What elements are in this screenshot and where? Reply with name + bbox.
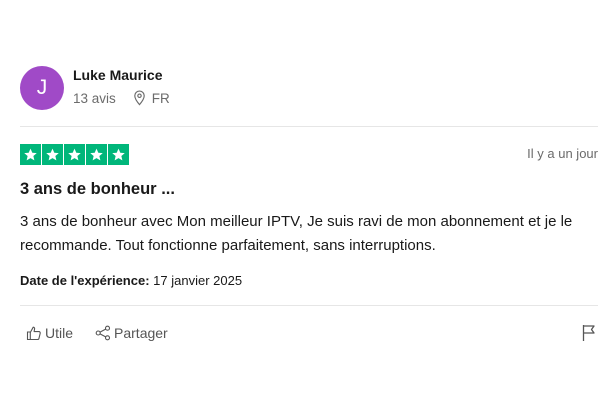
experience-label: Date de l'expérience: — [20, 273, 150, 288]
experience-value: 17 janvier 2025 — [153, 273, 243, 288]
share-label: Partager — [114, 325, 168, 341]
experience-date: Date de l'expérience: 17 janvier 2025 — [20, 273, 242, 288]
share-icon — [95, 325, 111, 341]
useful-button[interactable]: Utile — [26, 325, 73, 341]
star-icon — [20, 144, 41, 165]
reviewer-country: FR — [132, 90, 170, 106]
review-date: Il y a un jour — [527, 146, 598, 161]
star-icon — [64, 144, 85, 165]
flag-icon[interactable] — [581, 324, 597, 342]
review-title[interactable]: 3 ans de bonheur ... — [20, 180, 175, 199]
avatar[interactable]: J — [20, 66, 64, 110]
star-icon — [42, 144, 63, 165]
review-actions: Utile Partager — [26, 325, 168, 341]
reviewer-name[interactable]: Luke Maurice — [73, 67, 162, 83]
star-icon — [108, 144, 129, 165]
review-body: 3 ans de bonheur avec Mon meilleur IPTV,… — [20, 213, 573, 254]
avatar-initial: J — [36, 76, 48, 99]
share-button[interactable]: Partager — [95, 325, 168, 341]
location-pin-icon — [133, 90, 145, 106]
review-card: J Luke Maurice 13 avis FR Il y a un jour… — [0, 0, 615, 400]
review-count: 13 avis — [73, 90, 116, 106]
thumbs-up-icon — [26, 326, 41, 341]
divider — [20, 126, 598, 127]
star-rating — [20, 144, 129, 165]
reviewer-meta: 13 avis FR — [73, 90, 170, 106]
useful-label: Utile — [45, 325, 74, 341]
divider — [20, 305, 598, 306]
country-code: FR — [151, 90, 170, 106]
star-icon — [86, 144, 107, 165]
